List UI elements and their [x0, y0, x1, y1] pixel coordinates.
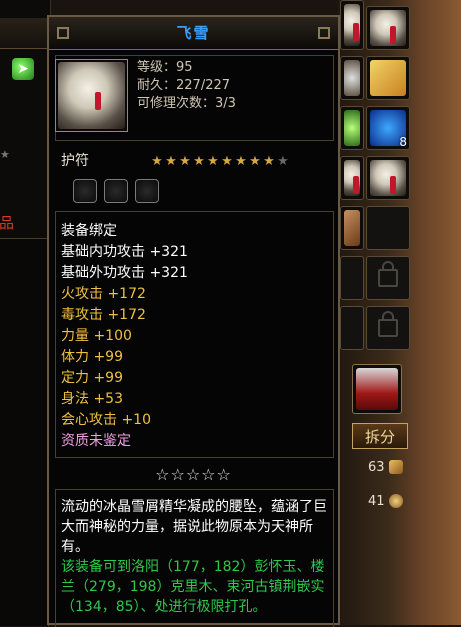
left-list-panel — [0, 238, 49, 626]
jade-pendant-icon — [344, 160, 360, 196]
locked-slot[interactable] — [366, 306, 410, 350]
jade-pendant-icon — [370, 10, 406, 46]
item-durability: 耐久：227/227 — [137, 78, 231, 93]
inventory-slot[interactable] — [340, 156, 364, 200]
star-filled-icon: ★ — [207, 154, 219, 169]
jade-pendant-icon — [58, 62, 125, 129]
attribute-line: 基础内功攻击 +321 — [61, 244, 188, 260]
inlay-hint: 该装备可到洛阳（177，182）彭怀玉、楼兰（279，198）克里木、束河古镇荆… — [61, 559, 325, 615]
lock-icon — [378, 261, 398, 287]
gem-socket[interactable] — [135, 179, 159, 203]
item-icon-frame — [55, 59, 128, 132]
left-title-strip — [0, 18, 50, 49]
star-rating: ★ ★ ★ ★ ★ ★ ★ ★ ★ ★ — [151, 150, 291, 169]
jade-pendant-icon — [344, 4, 360, 46]
gold-ingot-icon — [389, 460, 403, 474]
gem-socket[interactable] — [73, 179, 97, 203]
jade-icon — [344, 110, 360, 146]
attribute-line: 力量 +100 — [61, 328, 132, 344]
gold-count: 63 — [368, 460, 385, 475]
locked-slot[interactable] — [340, 306, 364, 350]
inventory-slot[interactable] — [340, 206, 364, 250]
inventory-slot[interactable]: 8 — [366, 106, 410, 150]
attribute-line: 会心攻击 +10 — [61, 412, 151, 428]
pouch-icon — [344, 60, 360, 96]
star-empty-icon: ★ — [277, 154, 289, 169]
attribute-line: 资质未鉴定 — [61, 433, 131, 449]
coin-count: 41 — [368, 494, 385, 509]
treasure-chest-slot[interactable] — [352, 364, 402, 414]
quality-stars: ☆☆☆☆☆ — [155, 465, 232, 484]
star-filled-icon: ★ — [193, 154, 205, 169]
item-tooltip: 飞雪 等级：95 耐久：227/227 可修理次数：3/3 护符 ★ ★ ★ ★ ★ ★ ★… — [47, 15, 340, 627]
attribute-line: 体力 +99 — [61, 349, 123, 365]
stack-count: 8 — [399, 135, 407, 149]
coin-icon — [389, 494, 403, 508]
inventory-slot[interactable] — [366, 56, 410, 100]
item-type: 护符 — [61, 153, 89, 169]
empty-slot[interactable] — [366, 206, 410, 250]
item-description: 流动的冰晶雪屑精华凝成的腰坠，蕴涵了巨大而神秘的力量，据说此物原本为天神所有。 — [61, 499, 327, 555]
left-panel: ➤ ★ 珍品 — [0, 0, 51, 626]
split-button[interactable]: 拆分 — [352, 423, 408, 449]
attribute-line: 毒攻击 +172 — [61, 307, 146, 323]
attribute-line: 火攻击 +172 — [61, 286, 146, 302]
star-filled-icon: ★ — [235, 154, 247, 169]
item-icon — [344, 210, 360, 246]
inventory-slot[interactable] — [340, 0, 364, 50]
gem-socket[interactable] — [104, 179, 128, 203]
inventory-slot[interactable] — [340, 106, 364, 150]
item-repair-count: 可修理次数：3/3 — [137, 96, 236, 111]
star-filled-icon: ★ — [179, 154, 191, 169]
star-filled-icon: ★ — [151, 154, 163, 169]
item-level: 等级：95 — [137, 60, 193, 75]
star-fragment-icon: ★ — [0, 148, 10, 161]
attribute-line: 身法 +53 — [61, 391, 123, 407]
star-filled-icon: ★ — [165, 154, 177, 169]
attribute-line: 定力 +99 — [61, 370, 123, 386]
item-name: 飞雪 — [176, 24, 211, 42]
star-filled-icon: ★ — [221, 154, 233, 169]
attribute-line: 装备绑定 — [61, 223, 117, 239]
star-filled-icon: ★ — [249, 154, 261, 169]
inventory-slot[interactable] — [366, 156, 410, 200]
inventory-slot[interactable] — [366, 6, 410, 50]
lock-icon — [378, 311, 398, 337]
inventory-slot[interactable] — [340, 56, 364, 100]
locked-slot[interactable] — [366, 256, 410, 300]
locked-slot[interactable] — [340, 256, 364, 300]
rare-label-fragment: 珍品 — [0, 214, 15, 232]
treasure-chest-icon — [356, 368, 398, 410]
attribute-line: 基础外功攻击 +321 — [61, 265, 188, 281]
jade-pendant-icon — [370, 160, 406, 196]
star-filled-icon: ★ — [263, 154, 275, 169]
tooltip-header: 飞雪 — [49, 17, 338, 50]
scroll-icon — [370, 60, 406, 96]
green-leaf-icon[interactable]: ➤ — [12, 58, 34, 80]
